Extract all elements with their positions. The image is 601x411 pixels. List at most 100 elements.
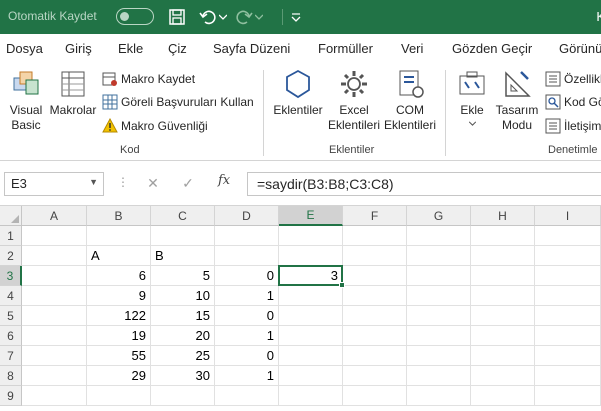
excel-add-ins-button[interactable]: Excel Eklentileri: [326, 68, 382, 133]
cell-g2[interactable]: [407, 246, 471, 266]
cell-e1[interactable]: [279, 226, 343, 246]
cell-h8[interactable]: [471, 366, 535, 386]
cell-g1[interactable]: [407, 226, 471, 246]
column-header-h[interactable]: H: [471, 206, 535, 226]
cell-h6[interactable]: [471, 326, 535, 346]
cell-f4[interactable]: [343, 286, 407, 306]
design-mode-button[interactable]: Tasarım Modu: [494, 68, 540, 133]
tab-ciz[interactable]: Çiz: [168, 41, 187, 56]
row-header-6[interactable]: 6: [0, 326, 22, 346]
more-icon[interactable]: ⋮: [117, 175, 129, 189]
cell-b3[interactable]: 6: [87, 266, 151, 286]
formula-input[interactable]: =saydir(B3:B8;C3:C8): [247, 172, 601, 196]
cell-f6[interactable]: [343, 326, 407, 346]
column-header-b[interactable]: B: [87, 206, 151, 226]
row-header-5[interactable]: 5: [0, 306, 22, 326]
cell-e4[interactable]: [279, 286, 343, 306]
cell-d6[interactable]: 1: [215, 326, 279, 346]
cell-f3[interactable]: [343, 266, 407, 286]
enter-icon[interactable]: ✓: [178, 173, 198, 193]
macros-button[interactable]: Makrolar: [48, 68, 98, 118]
cancel-icon[interactable]: ✕: [143, 173, 163, 193]
cell-g9[interactable]: [407, 386, 471, 406]
save-icon[interactable]: [166, 6, 188, 28]
redo-dropdown-icon[interactable]: [253, 6, 265, 28]
customize-qat-icon[interactable]: [288, 6, 304, 28]
view-code-button[interactable]: Kod Gö: [545, 92, 601, 112]
chevron-down-icon[interactable]: ▼: [89, 177, 98, 187]
run-dialog-button[interactable]: İletişim: [545, 116, 601, 136]
cell-b6[interactable]: 19: [87, 326, 151, 346]
cell-h4[interactable]: [471, 286, 535, 306]
macro-security-button[interactable]: Makro Güvenliği: [102, 116, 208, 136]
cell-h9[interactable]: [471, 386, 535, 406]
cell-f7[interactable]: [343, 346, 407, 366]
cell-b7[interactable]: 55: [87, 346, 151, 366]
tab-sayfa-duzeni[interactable]: Sayfa Düzeni: [213, 41, 290, 56]
cell-c4[interactable]: 10: [151, 286, 215, 306]
add-ins-button[interactable]: Eklentiler: [270, 68, 326, 118]
cell-i3[interactable]: [535, 266, 601, 286]
cell-f1[interactable]: [343, 226, 407, 246]
cell-d5[interactable]: 0: [215, 306, 279, 326]
column-header-c[interactable]: C: [151, 206, 215, 226]
select-all-corner[interactable]: [0, 206, 22, 226]
cell-e5[interactable]: [279, 306, 343, 326]
column-header-d[interactable]: D: [215, 206, 279, 226]
redo-icon[interactable]: [233, 6, 255, 28]
name-box[interactable]: E3 ▼: [4, 172, 104, 196]
cell-c5[interactable]: 15: [151, 306, 215, 326]
insert-control-button[interactable]: Ekle: [452, 68, 492, 126]
cell-a1[interactable]: [22, 226, 87, 246]
row-header-2[interactable]: 2: [0, 246, 22, 266]
cell-c1[interactable]: [151, 226, 215, 246]
cell-c3[interactable]: 5: [151, 266, 215, 286]
cell-d8[interactable]: 1: [215, 366, 279, 386]
properties-button[interactable]: Özellikl: [545, 69, 601, 89]
row-header-9[interactable]: 9: [0, 386, 22, 406]
record-macro-button[interactable]: Makro Kaydet: [102, 69, 195, 89]
cell-f2[interactable]: [343, 246, 407, 266]
tab-veri[interactable]: Veri: [401, 41, 423, 56]
cell-d2[interactable]: [215, 246, 279, 266]
cell-a8[interactable]: [22, 366, 87, 386]
cell-i8[interactable]: [535, 366, 601, 386]
cell-g5[interactable]: [407, 306, 471, 326]
cell-i5[interactable]: [535, 306, 601, 326]
cell-a7[interactable]: [22, 346, 87, 366]
column-header-i[interactable]: I: [535, 206, 601, 226]
cell-d3[interactable]: 0: [215, 266, 279, 286]
fill-handle[interactable]: [339, 282, 345, 288]
cell-d1[interactable]: [215, 226, 279, 246]
cell-f9[interactable]: [343, 386, 407, 406]
cell-a2[interactable]: [22, 246, 87, 266]
cell-e2[interactable]: [279, 246, 343, 266]
tab-gorunum[interactable]: Görünü: [559, 41, 601, 56]
column-header-g[interactable]: G: [407, 206, 471, 226]
cell-f5[interactable]: [343, 306, 407, 326]
cell-g8[interactable]: [407, 366, 471, 386]
cell-e8[interactable]: [279, 366, 343, 386]
tab-formuller[interactable]: Formüller: [318, 41, 373, 56]
cell-h1[interactable]: [471, 226, 535, 246]
cell-i6[interactable]: [535, 326, 601, 346]
cell-c2[interactable]: B: [151, 246, 215, 266]
cell-h3[interactable]: [471, 266, 535, 286]
cell-c8[interactable]: 30: [151, 366, 215, 386]
row-header-7[interactable]: 7: [0, 346, 22, 366]
row-header-8[interactable]: 8: [0, 366, 22, 386]
cell-e7[interactable]: [279, 346, 343, 366]
cell-g4[interactable]: [407, 286, 471, 306]
cell-i2[interactable]: [535, 246, 601, 266]
cell-e6[interactable]: [279, 326, 343, 346]
visual-basic-button[interactable]: Visual Basic: [4, 68, 48, 133]
tab-giris[interactable]: Giriş: [65, 41, 92, 56]
row-header-3[interactable]: 3: [0, 266, 22, 286]
cell-g6[interactable]: [407, 326, 471, 346]
cell-i9[interactable]: [535, 386, 601, 406]
cell-a5[interactable]: [22, 306, 87, 326]
cell-h2[interactable]: [471, 246, 535, 266]
cell-b5[interactable]: 122: [87, 306, 151, 326]
cell-d9[interactable]: [215, 386, 279, 406]
cell-i4[interactable]: [535, 286, 601, 306]
